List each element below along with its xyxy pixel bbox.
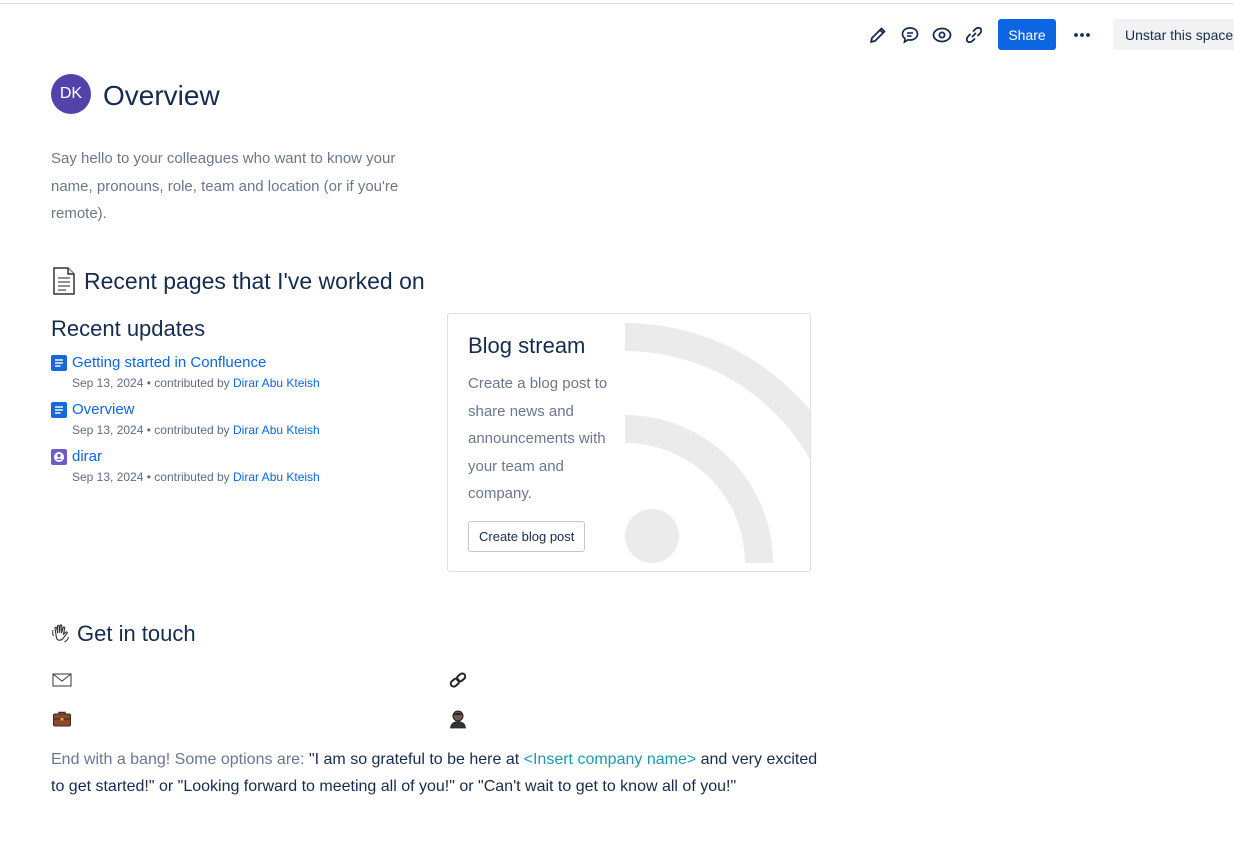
update-meta: Sep 13, 2024 • contributed by Dirar Abu … (72, 420, 421, 440)
closing-quote-start: "I am so grateful to be here at (304, 751, 524, 768)
company-name-placeholder: <Insert company name> (523, 751, 697, 768)
update-link[interactable]: Overview (72, 400, 135, 420)
update-author-link[interactable]: Dirar Abu Kteish (233, 376, 320, 390)
recent-pages-heading-text: Recent pages that I've worked on (84, 268, 425, 294)
closing-lead: End with a bang! Some options are: (51, 751, 305, 768)
copy-link-icon[interactable] (962, 23, 986, 47)
page-toolbar: Share Unstar this space (0, 19, 1234, 50)
closing-text: End with a bang! Some options are: "I am… (51, 746, 821, 800)
envelope-icon (52, 673, 72, 687)
create-blog-post-button[interactable]: Create blog post (468, 521, 586, 552)
page-title: Overview (103, 80, 220, 111)
unstar-space-button[interactable]: Unstar this space (1113, 19, 1234, 50)
get-in-touch-heading-text: Get in touch (77, 621, 196, 646)
update-contributed: • contributed by (146, 376, 230, 390)
waving-hand-icon (52, 624, 69, 643)
blog-stream-card: Blog stream Create a blog post to share … (447, 313, 811, 572)
update-author-link[interactable]: Dirar Abu Kteish (233, 470, 320, 484)
edit-icon[interactable] (866, 23, 890, 47)
update-meta: Sep 13, 2024 • contributed by Dirar Abu … (72, 373, 421, 393)
blog-stream-title: Blog stream (468, 333, 586, 358)
watch-icon[interactable] (930, 23, 954, 47)
update-date: Sep 13, 2024 (72, 423, 144, 437)
update-meta: Sep 13, 2024 • contributed by Dirar Abu … (72, 467, 421, 487)
update-date: Sep 13, 2024 (72, 470, 144, 484)
list-item: Overview Sep 13, 2024 • contributed by D… (51, 400, 421, 440)
rss-icon (625, 323, 810, 563)
intro-text: Say hello to your colleagues who want to… (51, 150, 399, 222)
person-icon (450, 710, 466, 729)
update-author-link[interactable]: Dirar Abu Kteish (233, 423, 320, 437)
avatar[interactable]: DK (51, 74, 91, 114)
update-date: Sep 13, 2024 (72, 376, 144, 390)
update-contributed: • contributed by (146, 423, 230, 437)
update-link[interactable]: Getting started in Confluence (72, 353, 266, 373)
share-button[interactable]: Share (998, 19, 1056, 50)
list-item: dirar Sep 13, 2024 • contributed by Dira… (51, 447, 421, 487)
briefcase-icon (53, 711, 71, 727)
top-divider (0, 3, 1234, 4)
comment-icon[interactable] (898, 23, 922, 47)
blog-stream-description: Create a blog post to share news and ann… (468, 375, 608, 502)
page-icon (51, 355, 67, 371)
update-link[interactable]: dirar (72, 447, 102, 467)
profile-icon (51, 449, 67, 465)
recent-updates-heading: Recent updates (51, 316, 206, 341)
get-in-touch-heading: Get in touch (51, 620, 196, 648)
page-icon (51, 402, 67, 418)
update-contributed: • contributed by (146, 470, 230, 484)
page-facing-up-icon (53, 267, 75, 295)
link-icon (449, 672, 467, 688)
list-item: Getting started in Confluence Sep 13, 20… (51, 353, 421, 393)
more-actions-icon[interactable] (1070, 23, 1094, 47)
recent-pages-heading: Recent pages that I've worked on (51, 266, 425, 296)
